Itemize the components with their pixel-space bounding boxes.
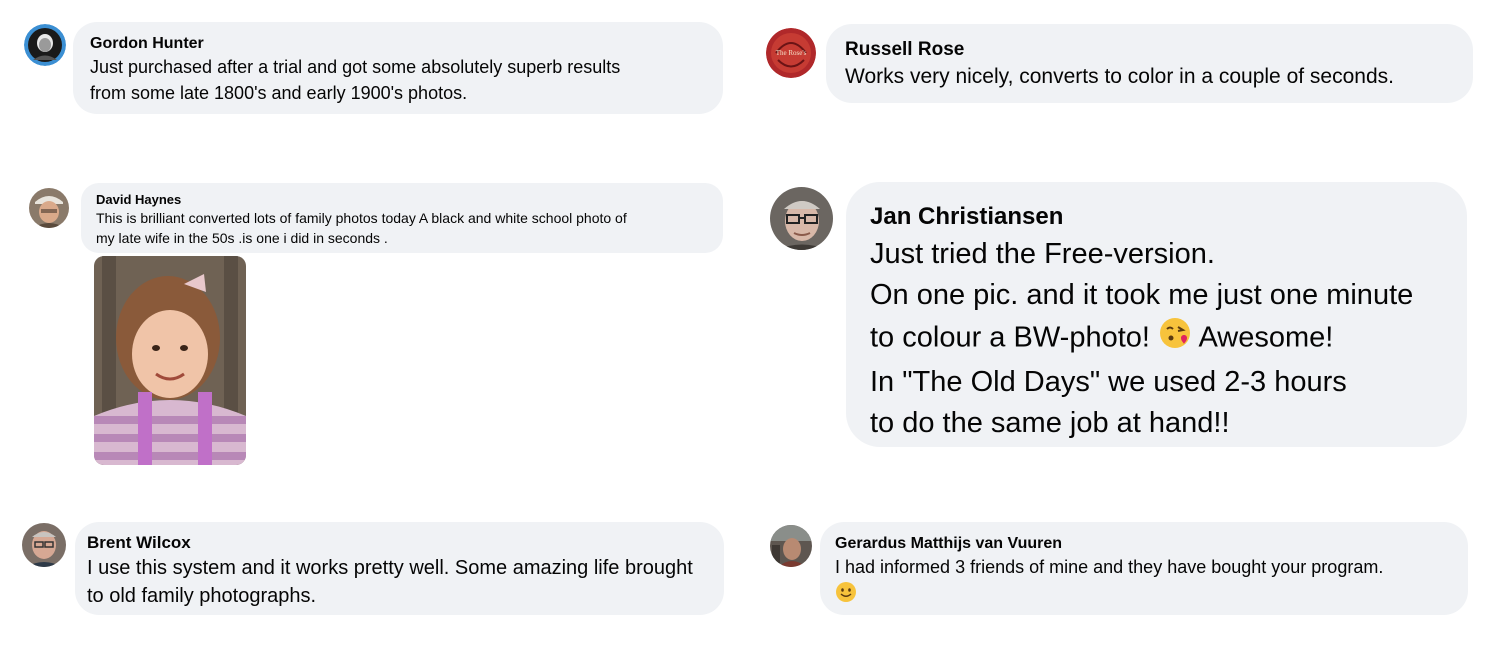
- comment-text-line: to old family photographs.: [87, 585, 317, 607]
- smiling-face-emoji: [835, 581, 857, 611]
- comment-bubble: Jan Christiansen Just tried the Free-ver…: [846, 182, 1467, 447]
- comment-text: Works very nicely, converts to color in …: [845, 62, 1455, 92]
- comment-bubble: Gordon Hunter Just purchased after a tri…: [73, 22, 723, 114]
- avatar[interactable]: [29, 188, 69, 228]
- comment-text-line: Works very nicely, converts to color in …: [845, 65, 1394, 88]
- comment-bubble: Brent Wilcox I use this system and it wo…: [75, 522, 724, 615]
- comment-text-line: [835, 581, 1452, 611]
- comment-text-line: I had informed 3 friends of mine and the…: [835, 557, 1384, 577]
- comment-text-line: Just purchased after a trial and got som…: [90, 57, 621, 77]
- comment-text-line: In "The Old Days" we used 2-3 hours: [870, 366, 1347, 398]
- comment-text: This is brilliant converted lots of fami…: [96, 208, 709, 248]
- attached-photo[interactable]: [94, 256, 246, 465]
- comment-author[interactable]: Jan Christiansen: [870, 202, 1449, 232]
- avatar[interactable]: [22, 523, 66, 567]
- comment-text-line: to do the same job at hand!!: [870, 407, 1230, 439]
- comment-text-segment: Awesome!: [1192, 321, 1334, 354]
- comment-text-line: to colour a BW-photo! Awesome!: [870, 316, 1449, 362]
- comment-author[interactable]: Gerardus Matthijs van Vuuren: [835, 534, 1452, 554]
- comment-text-segment: to colour a BW-photo!: [870, 321, 1150, 354]
- comment-text-line: Just tried the Free-version.: [870, 238, 1215, 270]
- avatar-logo-text: The Rose's: [776, 49, 807, 57]
- comment-author[interactable]: Russell Rose: [845, 38, 1455, 62]
- comment-text-line: from some late 1800's and early 1900's p…: [90, 83, 468, 103]
- face-blowing-kiss-emoji: [1158, 316, 1192, 362]
- comment-text-line: On one pic. and it took me just one minu…: [870, 279, 1414, 311]
- avatar[interactable]: [770, 187, 833, 250]
- comment-author[interactable]: David Haynes: [96, 191, 709, 208]
- comment-bubble: David Haynes This is brilliant converted…: [81, 183, 723, 253]
- comment-author[interactable]: Gordon Hunter: [90, 34, 707, 54]
- avatar[interactable]: [24, 24, 66, 66]
- comment-text: I use this system and it works pretty we…: [87, 554, 710, 610]
- comment-text-line: This is brilliant converted lots of fami…: [96, 210, 627, 226]
- comment-author[interactable]: Brent Wilcox: [87, 532, 710, 554]
- comment-bubble: Gerardus Matthijs van Vuuren I had infor…: [820, 522, 1468, 615]
- comment-text: Just purchased after a trial and got som…: [90, 54, 707, 106]
- comment-text-line: my late wife in the 50s .is one i did in…: [96, 230, 388, 246]
- comment-text: I had informed 3 friends of mine and the…: [835, 554, 1452, 611]
- avatar[interactable]: [770, 525, 812, 567]
- comment-text-line: I use this system and it works pretty we…: [87, 557, 693, 579]
- comment-text: Just tried the Free-version. On one pic.…: [870, 234, 1449, 444]
- avatar[interactable]: The Rose's: [766, 28, 816, 78]
- comment-bubble: Russell Rose Works very nicely, converts…: [826, 24, 1473, 103]
